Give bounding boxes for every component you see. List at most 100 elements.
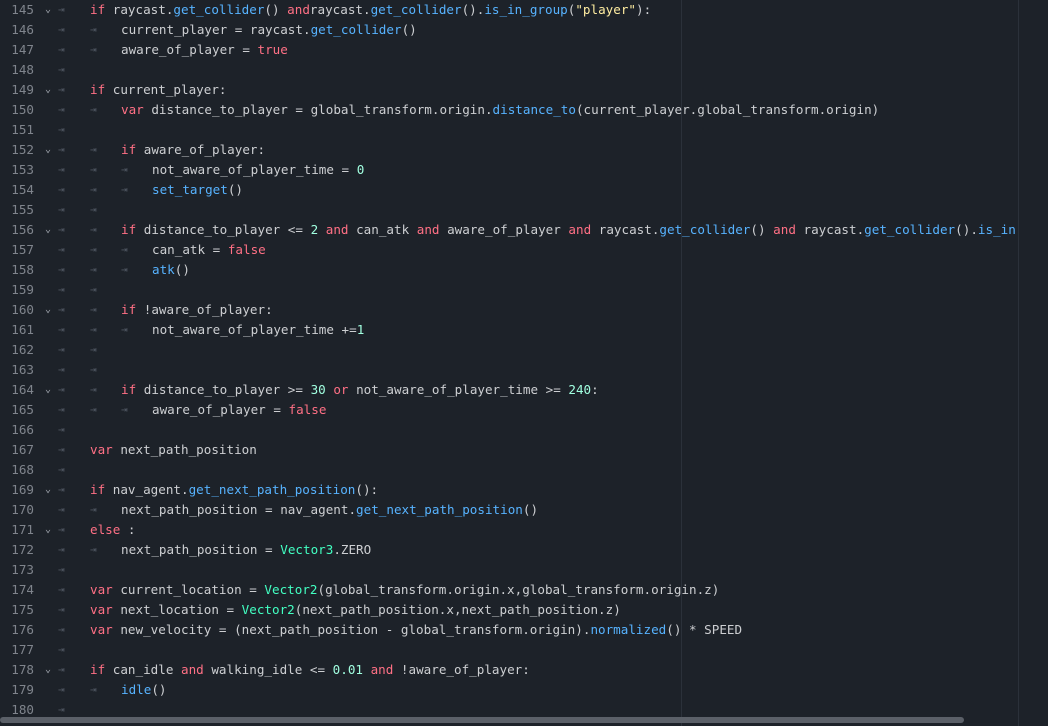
code-token: 240 <box>568 382 592 397</box>
tab-indent-icon: ⇥ <box>121 263 128 276</box>
code-line[interactable]: 176 ⇥ var new_velocity = (next_path_positi… <box>0 620 1048 640</box>
code-line[interactable]: 149 ⌄ ⇥ if current_player: <box>0 80 1048 100</box>
code-token: "player" <box>575 2 637 17</box>
line-number: 166 <box>11 422 34 437</box>
code-line[interactable]: 158 ⇥ ⇥ ⇥ atk() <box>0 260 1048 280</box>
code-token: (). <box>461 2 485 17</box>
code-line[interactable]: 152 ⌄ ⇥ ⇥ if aware_of_player: <box>0 140 1048 160</box>
code-token: and <box>773 222 796 237</box>
code-line[interactable]: 150 ⇥ ⇥ var distance_to_player = global_tra… <box>0 100 1048 120</box>
code-line[interactable]: 171 ⌄ ⇥ else : <box>0 520 1048 540</box>
code-line[interactable]: 165 ⇥ ⇥ ⇥ aware_of_player = false <box>0 400 1048 420</box>
tab-indent-icon: ⇥ <box>58 643 65 656</box>
code-token: get_collider <box>659 222 751 237</box>
code-line[interactable]: 169 ⌄ ⇥ if nav_agent.get_next_path_position… <box>0 480 1048 500</box>
tab-indent-icon: ⇥ <box>90 503 97 516</box>
code-editor[interactable]: 145 ⌄ ⇥ if raycast.get_collider() andraycas… <box>0 0 1048 726</box>
code-line[interactable]: 145 ⌄ ⇥ if raycast.get_collider() andraycas… <box>0 0 1048 20</box>
code-token: (next_path_position.x,next_path_position… <box>294 602 621 617</box>
chevron-down-icon[interactable]: ⌄ <box>43 480 53 500</box>
code-line[interactable]: 175 ⇥ var next_location = Vector2(next_pat… <box>0 600 1048 620</box>
code-line[interactable]: 161 ⇥ ⇥ ⇥ not_aware_of_player_time +=1 <box>0 320 1048 340</box>
tab-indent-icon: ⇥ <box>58 83 65 96</box>
code-line[interactable]: 178 ⌄ ⇥ if can_idle and walking_idle <= 0.0… <box>0 660 1048 680</box>
code-text: var current_location = Vector2(global_tr… <box>90 580 719 600</box>
code-line[interactable]: 146 ⇥ ⇥ current_player = raycast.get_collid… <box>0 20 1048 40</box>
code-line[interactable]: 148 ⇥ <box>0 60 1048 80</box>
code-line[interactable]: 155 ⇥ ⇥ <box>0 200 1048 220</box>
code-token: if <box>90 662 113 677</box>
code-text: can_atk = false <box>152 240 266 260</box>
code-line[interactable]: 163 ⇥ ⇥ <box>0 360 1048 380</box>
line-number: 146 <box>11 22 34 37</box>
code-line[interactable]: 151 ⇥ <box>0 120 1048 140</box>
code-token: : <box>591 382 599 397</box>
code-line[interactable]: 147 ⇥ ⇥ aware_of_player = true <box>0 40 1048 60</box>
code-line[interactable]: 172 ⇥ ⇥ next_path_position = Vector3.ZERO <box>0 540 1048 560</box>
code-token: 0.01 <box>332 662 363 677</box>
code-token: if <box>121 222 144 237</box>
code-line[interactable]: 174 ⇥ var current_location = Vector2(globa… <box>0 580 1048 600</box>
code-token: get_next_path_position <box>356 502 523 517</box>
code-line[interactable]: 167 ⇥ var next_path_position <box>0 440 1048 460</box>
code-token: and <box>325 222 349 237</box>
code-line[interactable]: 173 ⇥ <box>0 560 1048 580</box>
line-number: 147 <box>11 42 34 57</box>
horizontal-scrollbar[interactable] <box>0 717 964 723</box>
code-line[interactable]: 170 ⇥ ⇥ next_path_position = nav_agent.get_… <box>0 500 1048 520</box>
code-token: next_location = <box>120 602 242 617</box>
chevron-down-icon[interactable]: ⌄ <box>43 520 53 540</box>
code-line[interactable]: 159 ⇥ ⇥ <box>0 280 1048 300</box>
line-number: 177 <box>11 642 34 657</box>
code-line[interactable]: 162 ⇥ ⇥ <box>0 340 1048 360</box>
tab-indent-icon: ⇥ <box>90 403 97 416</box>
code-line[interactable]: 179 ⇥ ⇥ idle() <box>0 680 1048 700</box>
code-token: can_atk <box>348 222 417 237</box>
code-line[interactable]: 153 ⇥ ⇥ ⇥ not_aware_of_player_time = 0 <box>0 160 1048 180</box>
tab-indent-icon: ⇥ <box>90 183 97 196</box>
line-number: 156 <box>11 222 34 237</box>
tab-indent-icon: ⇥ <box>58 463 65 476</box>
chevron-down-icon[interactable]: ⌄ <box>43 0 53 20</box>
code-line[interactable]: 157 ⇥ ⇥ ⇥ can_atk = false <box>0 240 1048 260</box>
tab-indent-icon: ⇥ <box>90 323 97 336</box>
code-line[interactable]: 177 ⇥ <box>0 640 1048 660</box>
code-token: and <box>370 662 394 677</box>
chevron-down-icon[interactable]: ⌄ <box>43 300 53 320</box>
code-token: aware_of_player = <box>121 42 258 57</box>
code-token: () <box>522 502 539 517</box>
code-token: () <box>401 22 417 37</box>
code-token: !aware_of_player: <box>393 662 530 677</box>
code-token: new_velocity = (next_path_position - glo… <box>120 622 591 637</box>
code-token: and <box>287 2 310 17</box>
tab-indent-icon: ⇥ <box>90 283 97 296</box>
chevron-down-icon[interactable]: ⌄ <box>43 660 53 680</box>
tab-indent-icon: ⇥ <box>90 223 97 236</box>
code-line[interactable]: 154 ⇥ ⇥ ⇥ set_target() <box>0 180 1048 200</box>
code-token: and <box>181 662 204 677</box>
tab-indent-icon: ⇥ <box>121 403 128 416</box>
chevron-down-icon[interactable]: ⌄ <box>43 220 53 240</box>
code-token: aware_of_player: <box>143 142 266 157</box>
code-line[interactable]: 164 ⌄ ⇥ ⇥ if distance_to_player >= 30 or not… <box>0 380 1048 400</box>
tab-indent-icon: ⇥ <box>58 383 65 396</box>
code-token: distance_to_player = global_transform.or… <box>151 102 493 117</box>
chevron-down-icon[interactable]: ⌄ <box>43 140 53 160</box>
code-token: () <box>227 182 243 197</box>
code-line[interactable]: 160 ⌄ ⇥ ⇥ if !aware_of_player: <box>0 300 1048 320</box>
tab-indent-icon: ⇥ <box>58 263 65 276</box>
code-token: if <box>90 482 113 497</box>
tab-indent-icon: ⇥ <box>58 203 65 216</box>
tab-indent-icon: ⇥ <box>90 683 97 696</box>
code-token: var <box>90 582 121 597</box>
code-line[interactable]: 166 ⇥ <box>0 420 1048 440</box>
chevron-down-icon[interactable]: ⌄ <box>43 380 53 400</box>
chevron-down-icon[interactable]: ⌄ <box>43 80 53 100</box>
tab-indent-icon: ⇥ <box>58 423 65 436</box>
line-number: 157 <box>11 242 34 257</box>
code-token: next_path_position <box>120 442 257 457</box>
code-text: aware_of_player = true <box>121 40 288 60</box>
code-line[interactable]: 168 ⇥ <box>0 460 1048 480</box>
code-line[interactable]: 156 ⌄ ⇥ ⇥ if distance_to_player <= 2 and can… <box>0 220 1048 240</box>
code-text: var distance_to_player = global_transfor… <box>121 100 879 120</box>
